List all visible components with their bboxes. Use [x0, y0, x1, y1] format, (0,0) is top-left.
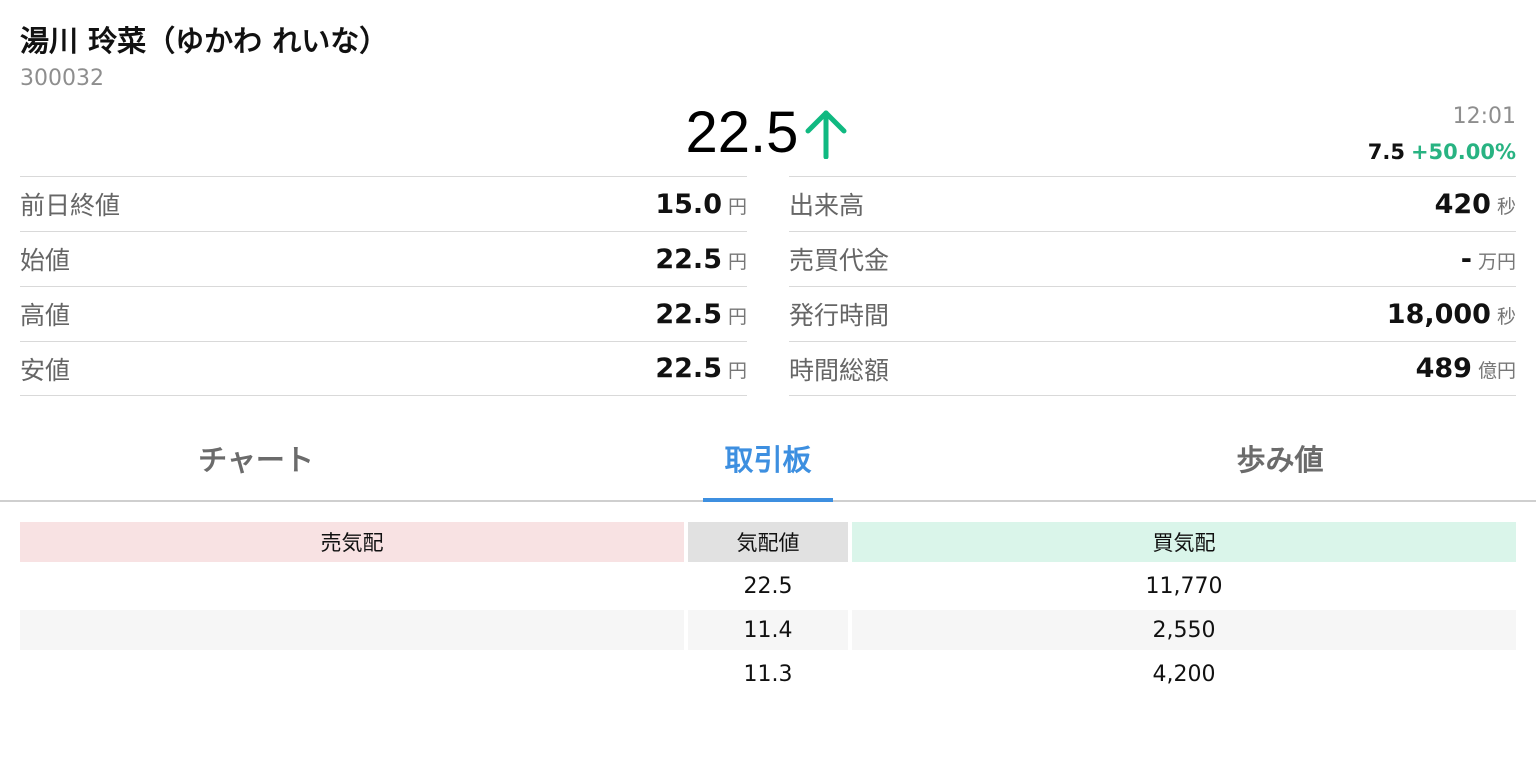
stat-number: 489	[1415, 353, 1472, 384]
stat-unit: 億円	[1477, 360, 1516, 382]
sell-cell	[20, 566, 684, 606]
stats-left: 前日終値 15.0 円 始値 22.5 円 高値 22.5 円 安値 22.5 円	[20, 176, 747, 396]
stat-row: 出来高 420 秒	[789, 176, 1516, 231]
tab-order-book[interactable]: 取引板	[512, 420, 1024, 500]
stat-number: 420	[1434, 188, 1491, 220]
change-percent: +50.00%	[1410, 140, 1516, 164]
buy-cell: 2,550	[852, 610, 1516, 650]
current-price: 22.5	[685, 100, 799, 165]
stat-unit: 円	[727, 360, 747, 382]
stat-number: 22.5	[655, 243, 722, 275]
stat-value: 22.5 円	[655, 299, 747, 330]
stat-value: 18,000 秒	[1387, 299, 1516, 330]
stat-value: - 万円	[1461, 244, 1516, 275]
arrow-up-icon	[802, 107, 850, 160]
stat-unit: 円	[727, 195, 747, 218]
update-time: 12:01	[1452, 104, 1516, 129]
stat-unit: 円	[727, 250, 747, 273]
price-change: 7.5 +50.00%	[1368, 140, 1516, 164]
stat-label: 時間総額	[789, 355, 890, 385]
sell-cell	[20, 654, 684, 694]
stat-number: 18,000	[1386, 298, 1491, 330]
stats-right: 出来高 420 秒 売買代金 - 万円 発行時間 18,000 秒 時間総額 489 億…	[789, 176, 1516, 396]
stat-row: 時間総額 489 億円	[789, 341, 1516, 396]
stat-unit: 万円	[1477, 250, 1516, 273]
stat-row: 高値 22.5 円	[20, 286, 747, 341]
price-header: 気配値	[688, 522, 848, 562]
stat-value: 15.0 円	[655, 189, 747, 220]
stat-value: 22.5 円	[655, 353, 747, 384]
tab-time-and-sales[interactable]: 歩み値	[1024, 420, 1536, 500]
stat-number: 22.5	[655, 353, 722, 384]
order-book: 売気配 気配値 買気配 22.5 11,770 11.4 2,550 11.3 …	[20, 522, 1516, 698]
price-cell: 11.4	[688, 610, 848, 650]
stat-label: 始値	[20, 246, 71, 275]
stat-unit: 秒	[1496, 195, 1516, 218]
stat-label: 高値	[20, 301, 71, 330]
stat-unit: 円	[727, 305, 747, 328]
stat-row: 発行時間 18,000 秒	[789, 286, 1516, 341]
stat-row: 安値 22.5 円	[20, 341, 747, 396]
stat-row: 始値 22.5 円	[20, 231, 747, 286]
sell-cell	[20, 610, 684, 650]
stat-number: 22.5	[655, 298, 722, 330]
stat-label: 前日終値	[20, 191, 121, 220]
stat-row: 売買代金 - 万円	[789, 231, 1516, 286]
stock-code: 300032	[20, 66, 104, 91]
buy-cell: 11,770	[1145, 573, 1223, 599]
stat-label: 発行時間	[789, 301, 890, 330]
order-book-header: 売気配 気配値 買気配	[20, 522, 1516, 562]
stat-number: -	[1460, 243, 1472, 275]
stat-unit: 秒	[1496, 305, 1516, 328]
stat-value: 22.5 円	[655, 244, 747, 275]
table-row: 11.4 2,550	[20, 610, 1516, 650]
price-cell: 11.3	[743, 661, 793, 687]
table-row: 22.5 11,770	[20, 566, 1516, 606]
stat-label: 出来高	[789, 191, 865, 220]
stat-value: 420 秒	[1435, 189, 1516, 220]
stat-value: 489 億円	[1416, 353, 1516, 384]
tab-chart[interactable]: チャート	[0, 420, 512, 500]
stat-number: 15.0	[655, 188, 722, 220]
buy-cell: 4,200	[1152, 661, 1216, 687]
buy-header: 買気配	[852, 522, 1516, 562]
change-value: 7.5	[1367, 140, 1405, 164]
stat-label: 売買代金	[789, 246, 890, 275]
stock-name: 湯川 玲菜（ゆかわ れいな）	[20, 24, 389, 58]
stat-row: 前日終値 15.0 円	[20, 176, 747, 231]
current-price-area: 22.5	[0, 98, 1536, 168]
table-row: 11.3 4,200	[20, 654, 1516, 694]
price-cell: 22.5	[743, 573, 793, 599]
stat-label: 安値	[20, 355, 71, 385]
tab-bar: チャート 取引板 歩み値	[0, 420, 1536, 502]
sell-header: 売気配	[20, 522, 684, 562]
